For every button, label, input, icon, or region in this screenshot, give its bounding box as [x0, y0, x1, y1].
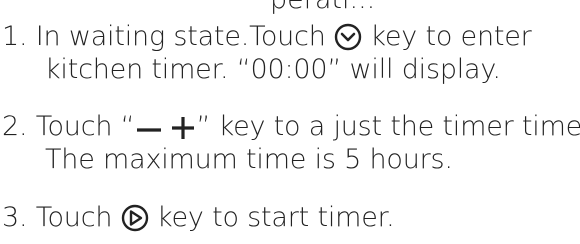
step-text-a: Touch “ [35, 111, 135, 142]
cutoff-text: perati... [270, 0, 375, 13]
step-text-b: key to start timer. [157, 202, 395, 233]
step-number: 2. [2, 111, 28, 142]
step-2: 2. Touch “ ” key to a just the timer tim… [2, 110, 580, 176]
minus-icon [134, 117, 164, 141]
chevron-down-circle-icon [334, 23, 362, 51]
play-circle-icon [121, 204, 149, 232]
step-text-b: ” key to a just the timer time. [196, 111, 580, 142]
step-text-b: key to enter [370, 21, 532, 52]
step-text-line2: The maximum time is 5 hours. [45, 144, 453, 175]
step-text-line2: kitchen timer. “00:00” will display. [45, 54, 501, 85]
plus-icon [170, 115, 196, 141]
step-text-a: Touch [35, 202, 113, 233]
step-text-a: In waiting state.Touch [35, 21, 326, 52]
step-number: 1. [2, 21, 28, 52]
step-number: 3. [2, 202, 28, 233]
step-1: 1. In waiting state.Touch key to enter k… [2, 20, 532, 86]
instruction-page: perati... 1. In waiting state.Touch key … [0, 0, 580, 244]
step-3: 3. Touch key to start timer. [2, 201, 395, 234]
